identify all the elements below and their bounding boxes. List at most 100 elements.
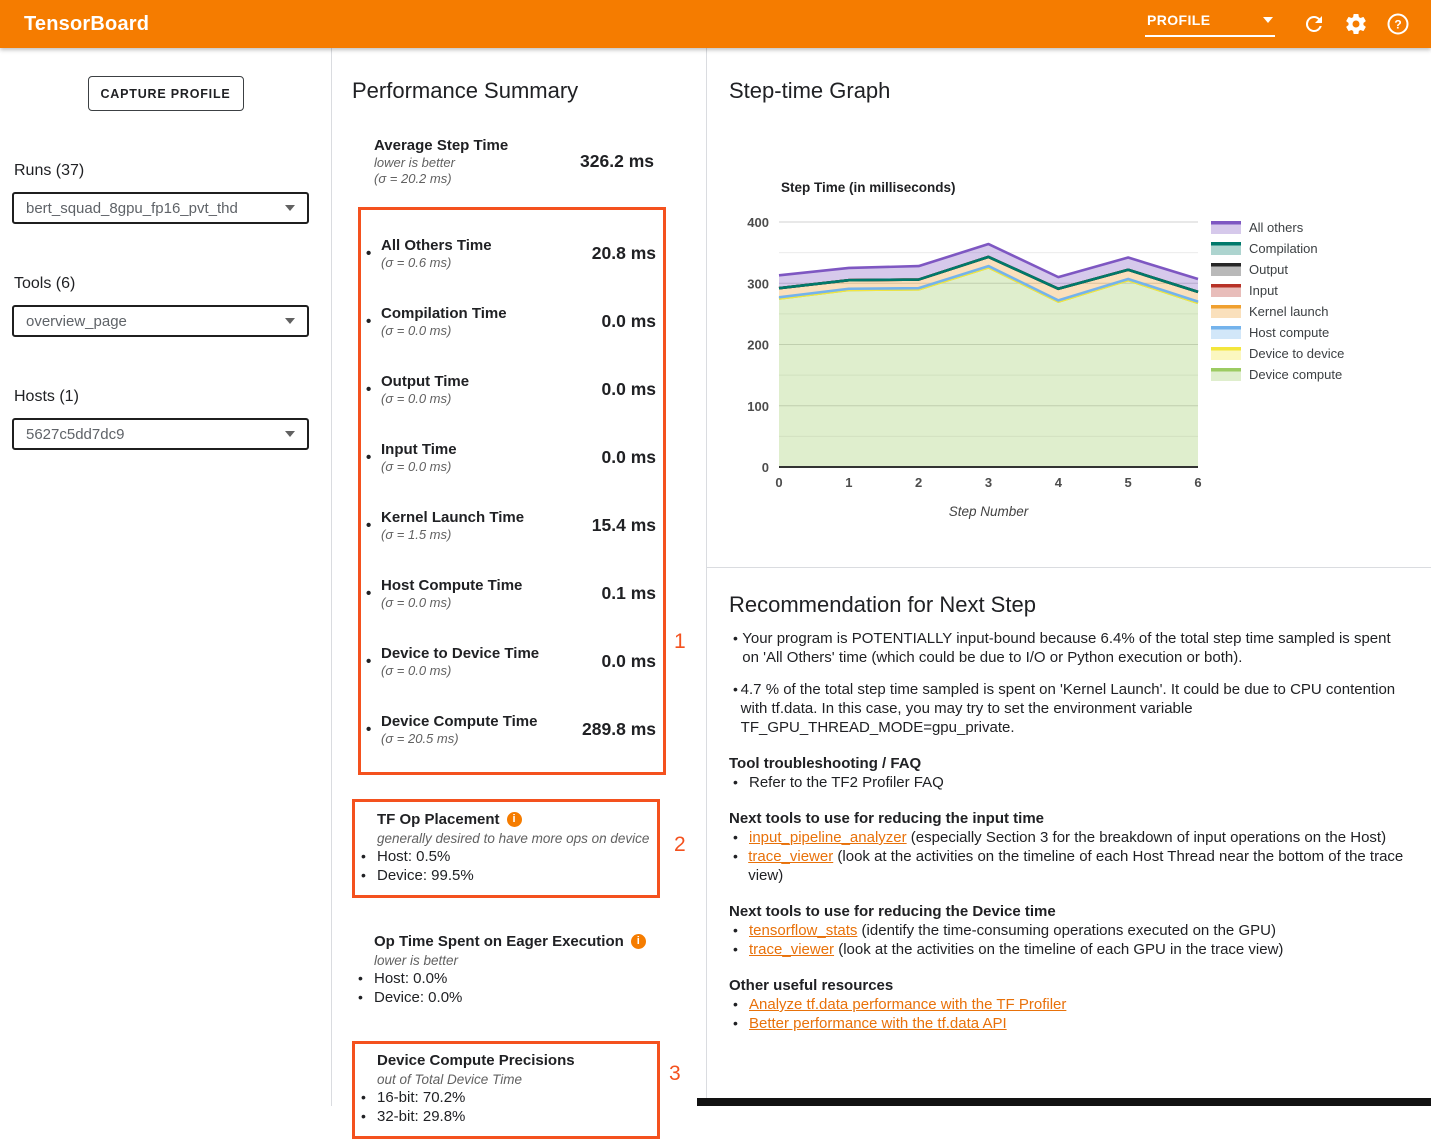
link[interactable]: Analyze tf.data performance with the TF … (749, 996, 1066, 1013)
app-title: TensorBoard (24, 13, 149, 36)
section-items: •Host: 0.5%•Device: 99.5% (355, 847, 657, 885)
hosts-select[interactable]: 5627c5dd7dc9 (12, 418, 309, 450)
recommendation-card: Recommendation for Next Step •Your progr… (707, 568, 1431, 1033)
svg-text:Step Time (in milliseconds): Step Time (in milliseconds) (781, 180, 956, 195)
section-title: Op Time Spent on Eager Execution (374, 932, 624, 951)
link[interactable]: input_pipeline_analyzer (749, 829, 907, 846)
annotation-2: 2 (674, 833, 686, 857)
bullet-item: •4.7 % of the total step time sampled is… (729, 680, 1407, 737)
refresh-icon[interactable] (1293, 4, 1335, 44)
metric-label: All Others Time (381, 236, 560, 255)
metric-value: 289.8 ms (560, 719, 656, 740)
svg-text:0: 0 (775, 475, 782, 490)
eager-execution-section: Op Time Spent on Eager Execution i lower… (352, 932, 660, 1007)
svg-text:Device compute: Device compute (1249, 367, 1342, 382)
metric-subtitle: lower is better (374, 155, 508, 171)
section-subtitle: lower is better (352, 952, 660, 969)
bullet-item: •Your program is POTENTIALLY input-bound… (729, 629, 1407, 667)
svg-text:Output: Output (1249, 262, 1288, 277)
metric-label: Kernel Launch Time (381, 508, 560, 527)
bullet-item: •tensorflow_stats (identify the time-con… (729, 921, 1407, 940)
tools-select-value: overview_page (26, 313, 127, 330)
recommendation-groups: Tool troubleshooting / FAQ•Refer to the … (729, 754, 1407, 1033)
metric-row: •Host Compute Time(σ = 0.0 ms)0.1 ms (361, 559, 663, 627)
hosts-label: Hosts (1) (14, 388, 331, 406)
svg-text:6: 6 (1194, 475, 1201, 490)
metric-row: •Kernel Launch Time(σ = 1.5 ms)15.4 ms (361, 491, 663, 559)
chevron-down-icon (285, 431, 295, 437)
metric-row: •Device to Device Time(σ = 0.0 ms)0.0 ms (361, 627, 663, 695)
svg-text:0: 0 (762, 460, 769, 475)
runs-label: Runs (37) (14, 162, 331, 180)
metric-label: Input Time (381, 440, 560, 459)
metric-sigma: (σ = 0.0 ms) (381, 323, 560, 339)
metric-row: •Input Time(σ = 0.0 ms)0.0 ms (361, 423, 663, 491)
metric-sigma: (σ = 20.2 ms) (374, 171, 508, 187)
svg-text:Device to device: Device to device (1249, 346, 1344, 361)
svg-text:200: 200 (747, 338, 769, 353)
bullet-item: •Device: 99.5% (355, 866, 657, 885)
group-heading: Tool troubleshooting / FAQ (729, 754, 1407, 773)
metric-value: 0.0 ms (560, 447, 656, 468)
metric-value: 0.1 ms (560, 583, 656, 604)
settings-icon[interactable] (1335, 4, 1377, 44)
metric-sigma: (σ = 0.6 ms) (381, 255, 560, 271)
section-items: •16-bit: 70.2%•32-bit: 29.8% (355, 1088, 657, 1126)
link[interactable]: trace_viewer (749, 941, 834, 958)
section-items: •Host: 0.0%•Device: 0.0% (352, 969, 660, 1007)
metric-value: 0.0 ms (560, 651, 656, 672)
recommendation-group: Next tools to use for reducing the input… (729, 809, 1407, 885)
annotated-box-precisions: Device Compute Precisions out of Total D… (352, 1041, 660, 1139)
capture-profile-button[interactable]: CAPTURE PROFILE (88, 76, 244, 111)
link[interactable]: Better performance with the tf.data API (749, 1015, 1007, 1032)
bullet-item: •Host: 0.5% (355, 847, 657, 866)
runs-select[interactable]: bert_squad_8gpu_fp16_pvt_thd (12, 192, 309, 224)
group-heading: Next tools to use for reducing the Devic… (729, 902, 1407, 921)
performance-summary-panel: Performance Summary Average Step Time lo… (333, 48, 705, 1106)
svg-text:3: 3 (985, 475, 992, 490)
svg-text:Compilation: Compilation (1249, 241, 1318, 256)
sidebar: CAPTURE PROFILE Runs (37) bert_squad_8gp… (0, 48, 332, 1106)
metric-value: 0.0 ms (560, 379, 656, 400)
recommendation-body: •Your program is POTENTIALLY input-bound… (729, 629, 1407, 1033)
bottom-dark-strip (697, 1098, 1431, 1106)
bullet-item: •Host: 0.0% (352, 969, 660, 988)
step-time-graph-card: Step-time Graph 01002003004000123456Step… (707, 78, 1431, 568)
dashboard-selector[interactable]: PROFILE (1145, 12, 1275, 37)
link[interactable]: trace_viewer (748, 848, 833, 865)
metric-sigma: (σ = 0.0 ms) (381, 595, 560, 611)
hosts-select-value: 5627c5dd7dc9 (26, 426, 124, 443)
bullet-item: •Analyze tf.data performance with the TF… (729, 995, 1407, 1014)
metric-sigma: (σ = 0.0 ms) (381, 459, 560, 475)
bullet-item: •trace_viewer (look at the activities on… (729, 940, 1407, 959)
svg-text:400: 400 (747, 215, 769, 230)
section-subtitle: generally desired to have more ops on de… (355, 830, 657, 847)
tools-select[interactable]: overview_page (12, 305, 309, 337)
runs-select-value: bert_squad_8gpu_fp16_pvt_thd (26, 200, 238, 217)
section-title: TF Op Placement (377, 810, 500, 829)
chevron-down-icon (285, 205, 295, 211)
bullet-item: •Refer to the TF2 Profiler FAQ (729, 773, 1407, 792)
metric-value: 20.8 ms (560, 243, 656, 264)
metric-value: 0.0 ms (560, 311, 656, 332)
metric-row: •Output Time(σ = 0.0 ms)0.0 ms (361, 355, 663, 423)
metric-label: Average Step Time (374, 136, 508, 155)
metric-sigma: (σ = 1.5 ms) (381, 527, 560, 543)
svg-text:Input: Input (1249, 283, 1278, 298)
bullet-item: •16-bit: 70.2% (355, 1088, 657, 1107)
tools-label: Tools (6) (14, 275, 331, 293)
metric-label: Device Compute Time (381, 712, 560, 731)
metric-label: Host Compute Time (381, 576, 560, 595)
info-icon[interactable]: i (507, 812, 522, 827)
metric-row: •Device Compute Time(σ = 20.5 ms)289.8 m… (361, 695, 663, 763)
metric-value: 15.4 ms (560, 515, 656, 536)
annotation-3: 3 (669, 1062, 681, 1086)
group-heading: Other useful resources (729, 976, 1407, 995)
svg-text:All others: All others (1249, 220, 1304, 235)
svg-text:1: 1 (845, 475, 852, 490)
link[interactable]: tensorflow_stats (749, 922, 857, 939)
svg-text:4: 4 (1055, 475, 1063, 490)
help-icon[interactable]: ? (1377, 4, 1419, 44)
recommendation-title: Recommendation for Next Step (729, 592, 1431, 618)
info-icon[interactable]: i (631, 934, 646, 949)
